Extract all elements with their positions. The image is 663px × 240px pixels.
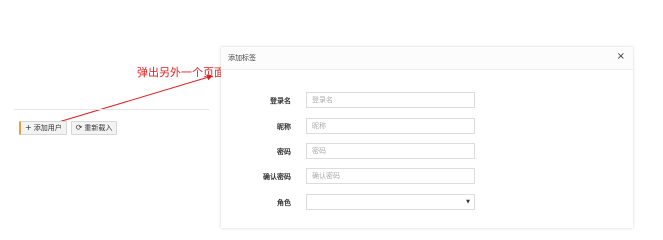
- password-input[interactable]: [306, 143, 475, 159]
- form-row-role: 角色 ▼: [221, 194, 633, 212]
- divider: [14, 109, 209, 110]
- role-label: 角色: [277, 199, 291, 207]
- add-user-modal: 添加标签 × 登录名 昵称 密码 确认密码 角色 ▼: [221, 47, 633, 228]
- modal-header: 添加标签 ×: [221, 47, 633, 70]
- caret-down-icon: ▼: [466, 199, 470, 205]
- confirm-password-input[interactable]: [306, 168, 475, 184]
- form-row-confirm-password: 确认密码: [221, 168, 633, 186]
- plus-icon: +: [25, 123, 32, 132]
- nickname-input[interactable]: [306, 118, 475, 134]
- close-icon[interactable]: ×: [617, 52, 625, 62]
- form-row-password: 密码: [221, 143, 633, 161]
- form-row-username: 登录名: [221, 92, 633, 110]
- form-row-nickname: 昵称: [221, 118, 633, 136]
- reload-label: 重新载入: [84, 124, 113, 132]
- refresh-icon: ⟳: [75, 123, 83, 132]
- modal-title: 添加标签: [228, 54, 256, 62]
- nickname-label: 昵称: [277, 123, 291, 131]
- annotation-text: 弹出另外一个页面: [137, 66, 225, 79]
- toolbar: + 添加用户 ⟳ 重新载入: [19, 121, 118, 135]
- username-input[interactable]: [306, 92, 475, 108]
- role-select[interactable]: ▼: [306, 194, 475, 210]
- add-user-button[interactable]: + 添加用户: [19, 121, 67, 135]
- confirm-password-label: 确认密码: [263, 173, 291, 181]
- reload-button[interactable]: ⟳ 重新载入: [70, 121, 118, 135]
- password-label: 密码: [277, 148, 291, 156]
- username-label: 登录名: [270, 97, 291, 105]
- add-user-label: 添加用户: [33, 124, 62, 132]
